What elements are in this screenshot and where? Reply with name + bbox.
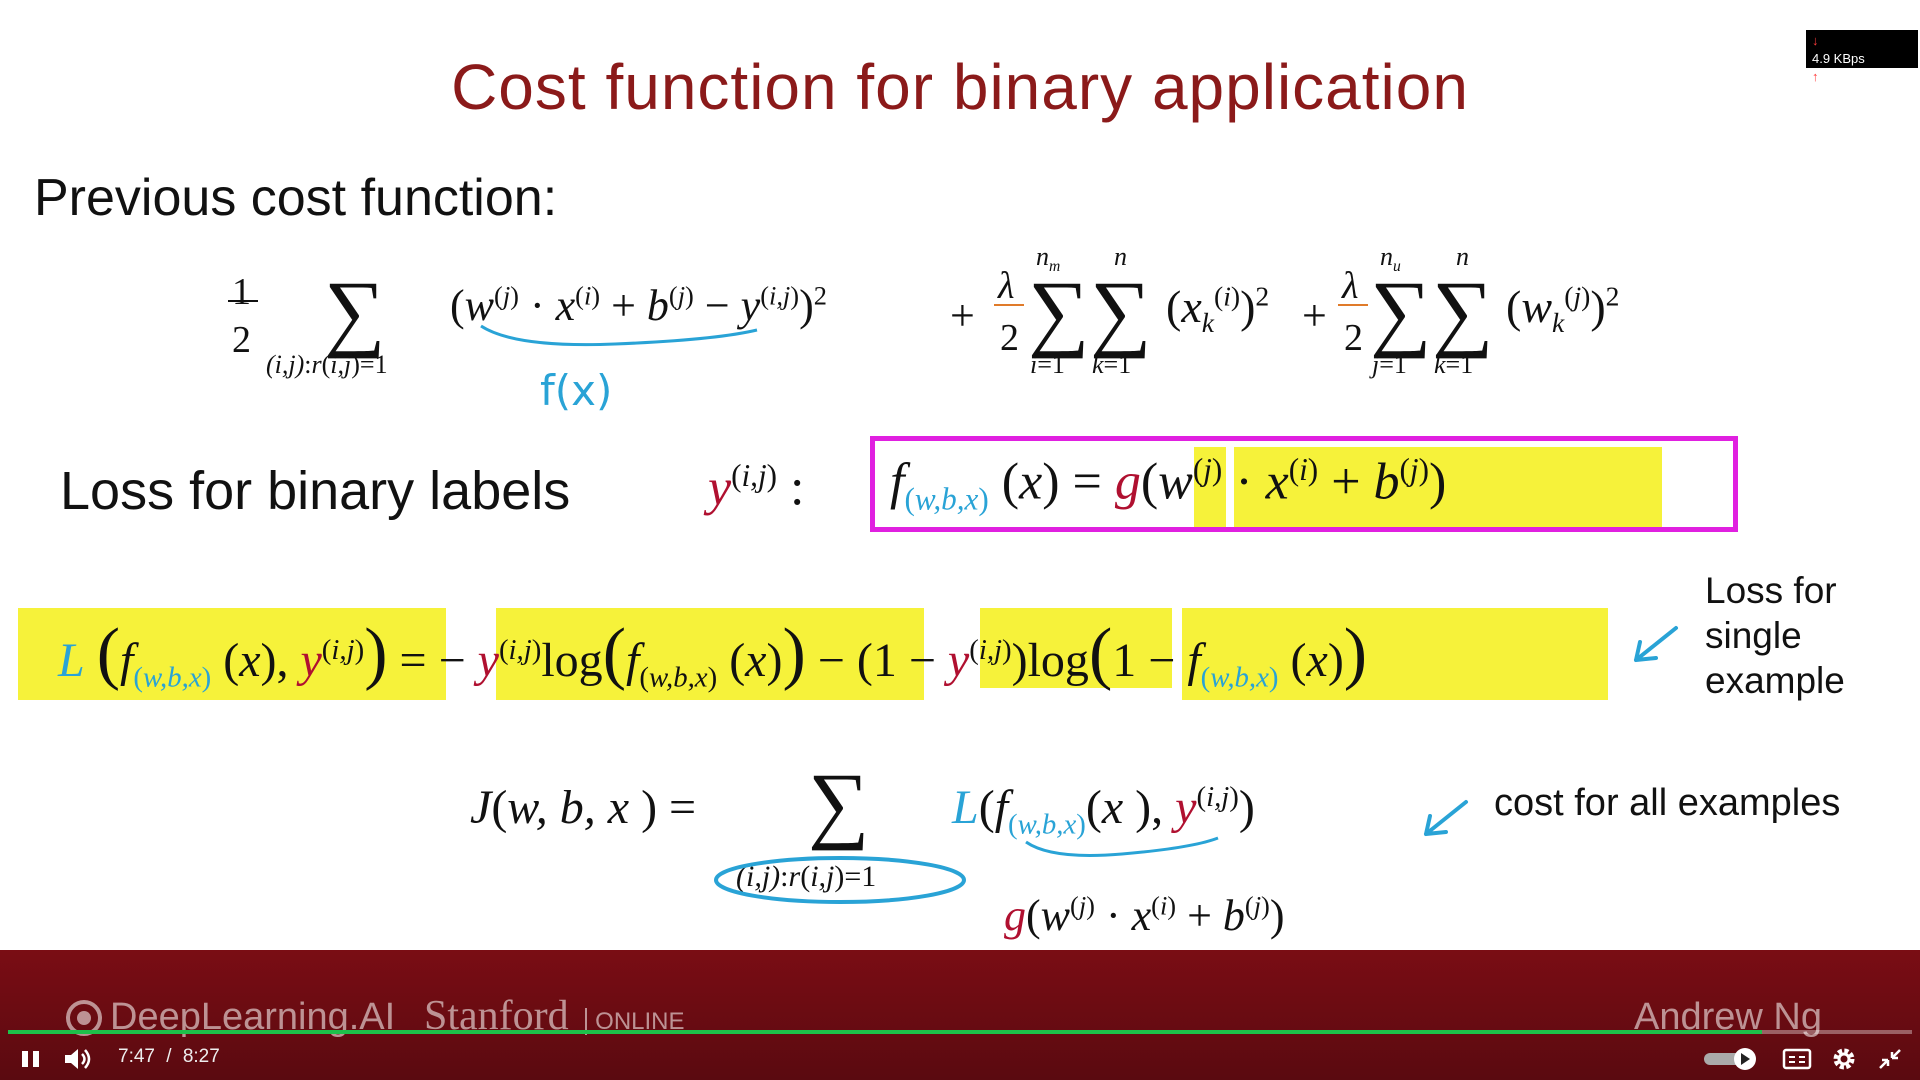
y-label-expression: y(i,j) : [708, 458, 805, 517]
progress-fill [8, 1030, 1762, 1034]
pause-icon [22, 1051, 39, 1067]
current-time: 7:47 [118, 1046, 155, 1067]
settings-button[interactable] [1830, 1045, 1858, 1073]
play-icon [1741, 1053, 1750, 1065]
settings-icon [1833, 1048, 1855, 1070]
cost-arrow-icon [1424, 800, 1468, 836]
cost-all-examples-note: cost for all examples [1494, 782, 1841, 824]
loss-arrow-icon [1634, 626, 1678, 662]
loss-binary-label: Loss for binary labels [60, 461, 571, 521]
time-separator: / [166, 1046, 172, 1067]
autoplay-toggle[interactable] [1704, 1048, 1762, 1070]
exit-fullscreen-icon [1879, 1049, 1901, 1069]
fx-annotation: f(x) [540, 366, 613, 415]
cost-sum-symbol: ∑ [808, 755, 870, 851]
f-underline [1025, 836, 1219, 857]
duration: 8:27 [182, 1046, 220, 1067]
cost-loss-term: L(f(w,b,x)(x ), y(i,j)) [952, 781, 1255, 841]
subtitles-icon [1782, 1048, 1812, 1070]
slide-title: Cost function for binary application [451, 51, 1469, 123]
pause-button[interactable] [18, 1046, 44, 1072]
g-expansion: g(w(j) · x(i) + b(j)) [1004, 890, 1285, 940]
exit-fullscreen-button[interactable] [1876, 1046, 1904, 1072]
sum-index-circle [714, 856, 966, 904]
volume-icon [65, 1049, 91, 1069]
fx-underline [480, 324, 758, 347]
previous-cost-label: Previous cost function: [34, 169, 558, 227]
time-display: 7:47 / 8:27 [118, 1046, 220, 1068]
sigmoid-formula: f(w,b,x) (x) = g(w(j) · x(i) + b(j)) [890, 452, 1447, 517]
total-cost-formula: J(w, b, x ) = [470, 781, 697, 834]
binary-cross-entropy-formula: L (f(w,b,x) (x), y(i,j)) = − y(i,j)log(f… [58, 615, 1368, 694]
loss-single-example-note: Loss for single example [1705, 570, 1845, 701]
volume-button[interactable] [62, 1044, 94, 1074]
subtitles-button[interactable] [1782, 1046, 1812, 1072]
